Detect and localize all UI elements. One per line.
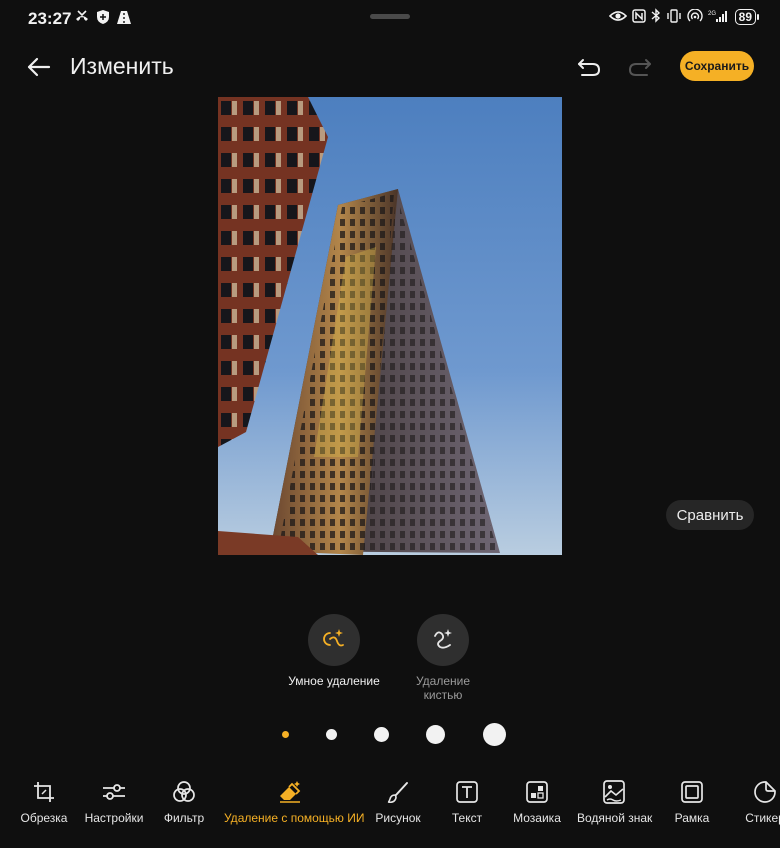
smart-removal-label: Умное удаление (288, 674, 380, 688)
vibrate-icon (666, 8, 682, 26)
tool-watermark[interactable]: Водяной знак (577, 779, 653, 825)
tool-label: Стикер (745, 811, 780, 825)
frame-icon (681, 781, 703, 803)
nfc-icon (631, 8, 646, 26)
back-button[interactable] (24, 52, 54, 82)
brush-removal-label: Удаление кистью (415, 674, 471, 702)
tool-settings[interactable]: Настройки (84, 779, 144, 825)
mosaic-icon (526, 781, 548, 803)
status-left-icons (74, 9, 132, 25)
tool-ai-removal[interactable]: Удаление с помощью ИИ (224, 779, 365, 825)
redo-icon (628, 59, 651, 76)
redo-button[interactable] (625, 52, 655, 82)
filter-icon (173, 781, 195, 802)
compare-button[interactable]: Сравнить (666, 500, 754, 530)
brush-size-4[interactable] (426, 725, 445, 744)
road-icon (116, 9, 132, 25)
tool-label: Водяной знак (577, 811, 653, 825)
tool-label: Настройки (84, 811, 144, 825)
brush-removal-option[interactable]: Удаление кистью (388, 614, 498, 702)
text-icon (456, 781, 478, 803)
brush-removal-button[interactable] (417, 614, 469, 666)
status-time: 23:27 (28, 9, 72, 28)
signal-icon: 2G (708, 9, 730, 26)
undo-button[interactable] (574, 52, 604, 82)
shield-icon (96, 9, 110, 25)
tool-label: Фильтр (163, 811, 205, 825)
smart-removal-option[interactable]: Умное удаление (279, 614, 389, 688)
sliders-icon (103, 784, 125, 800)
tool-label: Удаление с помощью ИИ (224, 811, 365, 825)
photo-canvas[interactable] (218, 97, 562, 555)
tool-text[interactable]: Текст (450, 779, 484, 825)
tool-filter[interactable]: Фильтр (162, 779, 206, 825)
arrow-left-icon (27, 57, 51, 77)
brush-size-2[interactable] (326, 729, 337, 740)
tool-label: Мозаика (513, 811, 561, 825)
tool-label: Рисунок (375, 811, 421, 825)
smart-removal-button[interactable] (308, 614, 360, 666)
page-title: Изменить (70, 53, 174, 79)
brush-size-1[interactable] (282, 731, 289, 738)
svg-text:2G: 2G (708, 11, 716, 17)
tool-label: Текст (451, 811, 483, 825)
brush-size-5[interactable] (483, 723, 506, 746)
save-button[interactable]: Сохранить (680, 51, 754, 81)
status-right-icons: 2G 89 (608, 7, 760, 26)
missed-call-icon (74, 9, 90, 25)
tool-label: Обрезка (20, 811, 68, 825)
brush-size-3[interactable] (374, 727, 389, 742)
tool-drawing[interactable]: Рисунок (375, 779, 421, 825)
tool-crop[interactable]: Обрезка (19, 779, 69, 825)
tool-sticker[interactable]: Стикер (741, 779, 780, 825)
eye-icon (608, 9, 627, 26)
watermark-icon (603, 780, 625, 804)
tool-frame[interactable]: Рамка (673, 779, 711, 825)
undo-icon (578, 59, 601, 76)
sticker-icon (754, 781, 776, 803)
window-handle[interactable] (370, 14, 410, 19)
ai-eraser-icon (280, 781, 301, 803)
brush-icon (387, 782, 408, 803)
tool-label: Рамка (674, 811, 710, 825)
tool-mosaic[interactable]: Мозаика (513, 779, 561, 825)
brush-removal-icon (434, 629, 452, 649)
battery-indicator: 89 (734, 9, 760, 25)
crop-icon (34, 782, 54, 802)
smart-removal-icon (323, 629, 344, 647)
bluetooth-icon (651, 8, 661, 26)
hotspot-icon (687, 7, 703, 26)
